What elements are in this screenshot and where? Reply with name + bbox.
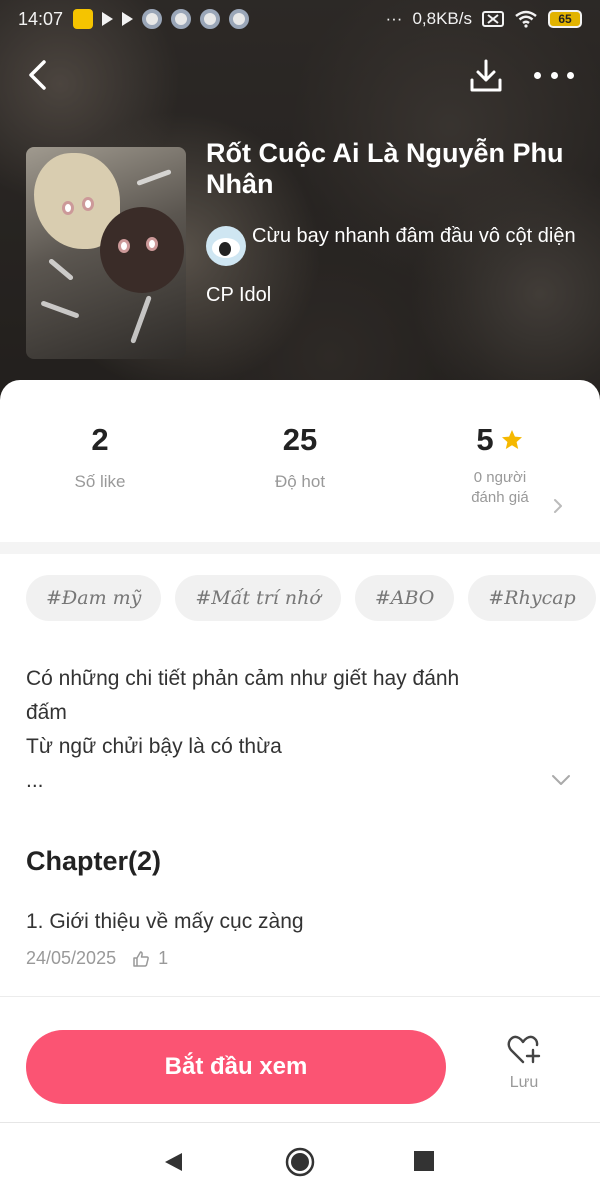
- stat-hot: 25 Độ hot: [200, 420, 400, 492]
- wifi-icon: [515, 10, 537, 28]
- author-name[interactable]: Cừu bay nhanh đâm đầu vô cột diện: [252, 224, 576, 248]
- heart-plus-icon: [507, 1035, 541, 1064]
- tag-chip[interactable]: #ABO: [354, 575, 455, 621]
- tag-list: #Đam mỹ #Mất trí nhớ #ABO #Rhycap #: [26, 575, 600, 623]
- description-line: ...: [26, 769, 44, 792]
- tag-chip[interactable]: #Đam mỹ: [26, 575, 162, 621]
- save-label: Lưu: [509, 1074, 539, 1091]
- stat-rating[interactable]: 5 0 người đánh giá: [400, 420, 600, 508]
- tag-chip[interactable]: #Rhycap: [468, 575, 596, 621]
- net-speed: 0,8KB/s: [412, 9, 472, 28]
- stat-likes: 2 Số like: [0, 420, 200, 492]
- rating-value-row: 5: [400, 420, 600, 460]
- tag-chip[interactable]: #Mất trí nhớ: [175, 575, 341, 621]
- hot-count: 25: [282, 422, 318, 457]
- description-line: đấm: [26, 701, 67, 724]
- nav-back-icon[interactable]: [162, 1151, 184, 1173]
- rating-label: 0 người đánh giá: [400, 468, 600, 508]
- novel-cover: [26, 147, 186, 359]
- save-button[interactable]: Lưu: [494, 1034, 554, 1104]
- chapter-date: 24/05/2025: [26, 948, 117, 968]
- chapter-item[interactable]: 1. Giới thiệu về mấy cục zàng 24/05/2025…: [26, 910, 586, 969]
- description-line: Từ ngữ chửi bậy là có thừa: [26, 735, 282, 758]
- more-dots-icon[interactable]: [534, 60, 574, 90]
- play-icon: [102, 12, 114, 26]
- nav-recents-icon[interactable]: [414, 1151, 434, 1171]
- nav-home-icon[interactable]: [285, 1147, 315, 1177]
- description: Có những chi tiết phản cảm như giết hay …: [26, 662, 526, 798]
- chevron-left-icon[interactable]: [24, 58, 52, 92]
- chapter-title[interactable]: 1. Giới thiệu về mấy cục zàng: [26, 910, 586, 934]
- rating-label-line2: đánh giá: [471, 489, 529, 506]
- chevron-down-icon[interactable]: [550, 772, 572, 788]
- novel-title: Rốt Cuộc Ai Là Nguyễn Phu Nhân: [206, 138, 564, 199]
- system-nav-bar: [0, 1122, 600, 1200]
- rating-value: 5: [476, 422, 494, 457]
- messenger-icon: [142, 9, 163, 29]
- author-row[interactable]: Cừu bay nhanh đâm đầu vô cột diện: [206, 224, 586, 266]
- status-right: ··· 0,8KB/s 65: [385, 9, 582, 29]
- hot-label: Độ hot: [274, 472, 326, 491]
- star-icon: [501, 430, 522, 449]
- likes-label: Số like: [74, 472, 126, 491]
- play-icon-2: [122, 12, 134, 26]
- notification-icons: [73, 9, 250, 29]
- avatar[interactable]: [206, 226, 246, 266]
- detail-sheet: 2 Số like 25 Độ hot 5 0 người đánh giá #…: [0, 380, 600, 1200]
- messenger-icon-3: [200, 9, 221, 29]
- chapter-meta: 24/05/2025 1: [26, 948, 586, 969]
- download-icon[interactable]: [468, 58, 504, 94]
- messenger-icon-4: [229, 9, 250, 29]
- no-sim-icon: [482, 11, 504, 27]
- chapter-heading: Chapter(2): [26, 846, 162, 876]
- novel-info: Rốt Cuộc Ai Là Nguyễn Phu Nhân Cừu bay n…: [206, 138, 586, 307]
- overflow-dots-icon: ···: [385, 9, 403, 28]
- status-bar: 14:07 ··· 0,8KB/s 65: [0, 0, 600, 38]
- description-line: Có những chi tiết phản cảm như giết hay …: [26, 667, 460, 690]
- section-divider: [0, 542, 600, 554]
- start-reading-button[interactable]: Bắt đầu xem: [26, 1030, 446, 1104]
- rating-label-line1: 0 người: [473, 469, 527, 486]
- novel-category: CP Idol: [206, 284, 272, 306]
- chevron-right-icon[interactable]: [552, 498, 564, 514]
- divider: [0, 996, 600, 997]
- messenger-icon-2: [171, 9, 192, 29]
- status-time: 14:07: [18, 8, 64, 29]
- likes-count: 2: [91, 422, 109, 457]
- app-notification-icon: [73, 9, 94, 29]
- stats-row: 2 Số like 25 Độ hot 5 0 người đánh giá: [0, 420, 600, 520]
- thumbs-up-icon: [133, 950, 149, 967]
- battery-icon: 65: [548, 10, 582, 28]
- chapter-like-count: 1: [158, 948, 169, 968]
